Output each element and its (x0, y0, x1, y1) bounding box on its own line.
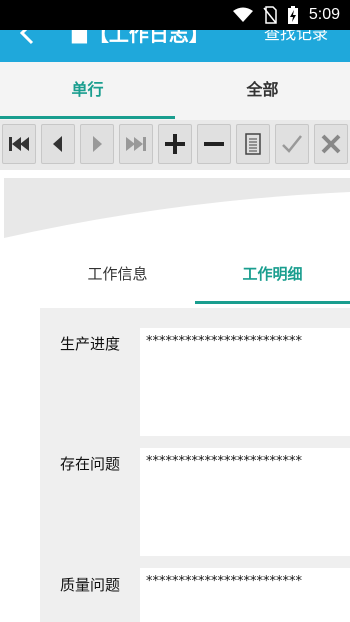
delete-icon (204, 142, 224, 146)
back-arrow-icon[interactable] (14, 30, 42, 48)
tab-indicator (0, 116, 175, 119)
first-record-button[interactable] (2, 124, 36, 164)
confirm-icon (282, 135, 302, 153)
delete-record-button[interactable] (197, 124, 231, 164)
tab-single-row[interactable]: 单行 (0, 62, 175, 120)
field-label-quality: 质量问题 (60, 576, 121, 594)
status-icons: 5:09 (232, 5, 340, 25)
status-time: 5:09 (308, 6, 340, 23)
first-record-icon (9, 137, 29, 151)
status-bar: 5:09 (0, 0, 350, 30)
field-value-quality[interactable]: ************************ (140, 568, 350, 622)
field-label-progress: 生产进度 (60, 335, 121, 353)
tab-all[interactable]: 全部 (175, 62, 350, 120)
find-record-button[interactable]: 查找记录 (264, 30, 328, 44)
sim-off-icon (263, 6, 277, 24)
cancel-icon (321, 134, 341, 154)
last-record-icon (126, 137, 146, 151)
field-label-issues: 存在问题 (60, 455, 121, 473)
document-icon (245, 133, 261, 155)
wifi-icon (232, 7, 253, 22)
page-title: ■【工作日志】 (70, 30, 209, 46)
field-value-progress[interactable]: ************************ (140, 328, 350, 436)
confirm-button[interactable] (275, 124, 309, 164)
tab-work-info[interactable]: 工作信息 (40, 250, 195, 300)
last-record-button[interactable] (119, 124, 153, 164)
cancel-button[interactable] (314, 124, 348, 164)
previous-record-icon (53, 136, 62, 152)
record-toolbar (0, 120, 350, 170)
battery-charging-icon (287, 6, 298, 24)
document-button[interactable] (236, 124, 270, 164)
detail-tab-indicator (195, 301, 350, 304)
add-icon (165, 134, 185, 154)
app-bar: ■【工作日志】 查找记录 (0, 30, 350, 62)
previous-record-button[interactable] (41, 124, 75, 164)
field-value-issues[interactable]: ************************ (140, 448, 350, 556)
panel-header-decoration (4, 178, 350, 238)
next-record-button[interactable] (80, 124, 114, 164)
tab-work-detail[interactable]: 工作明细 (195, 250, 350, 300)
add-record-button[interactable] (158, 124, 192, 164)
view-tabs: 单行 全部 (0, 62, 350, 120)
next-record-icon (93, 136, 102, 152)
